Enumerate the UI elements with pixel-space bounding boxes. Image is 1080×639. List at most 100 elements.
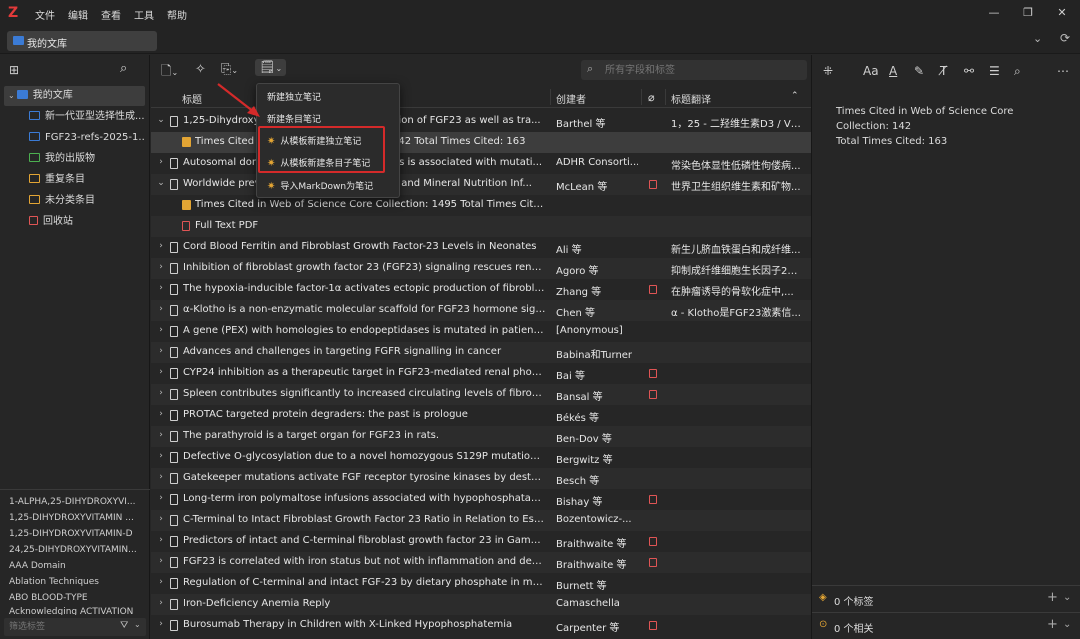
tab-my-library[interactable]: 我的文库: [7, 31, 157, 51]
column-title[interactable]: 标题: [182, 91, 202, 106]
restore-icon[interactable]: ❐: [1021, 6, 1035, 20]
table-row[interactable]: › Autosomal dom ets is associated with mut…: [151, 153, 811, 174]
expand-chevron-icon[interactable]: ›: [157, 535, 165, 545]
collection-unfiled[interactable]: 未分类条目: [29, 191, 145, 211]
minimize-icon[interactable]: —: [987, 6, 1001, 20]
magic-wand-icon[interactable]: ✧: [195, 62, 206, 77]
chevron-down-icon[interactable]: ⌄: [134, 620, 141, 629]
table-row-attachment[interactable]: Full Text PDF: [151, 216, 811, 237]
table-row[interactable]: › FGF23 is correlated with iron status bu…: [151, 552, 811, 573]
new-item-icon[interactable]: 🗋⌄: [161, 62, 178, 84]
column-separator[interactable]: [641, 89, 642, 105]
tag-pane-divider[interactable]: [0, 489, 150, 490]
menu-edit[interactable]: 编辑: [68, 7, 88, 22]
citation-icon[interactable]: ☰: [989, 64, 1000, 78]
table-row[interactable]: › Cord Blood Ferritin and Fibroblast Grow…: [151, 237, 811, 258]
tag-item[interactable]: Acknowledging ACTIVATION: [9, 607, 141, 615]
expand-chevron-icon[interactable]: ›: [157, 325, 165, 335]
note-editor[interactable]: Times Cited in Web of Science Core Colle…: [836, 104, 1056, 149]
add-attachment-icon[interactable]: ⎘⌄: [221, 62, 238, 77]
expand-chevron-icon[interactable]: ›: [157, 472, 165, 482]
pdf-attachment-icon[interactable]: [649, 369, 657, 378]
pdf-attachment-icon[interactable]: [649, 537, 657, 546]
table-row[interactable]: › Predictors of intact and C-terminal fib…: [151, 531, 811, 552]
column-separator[interactable]: [550, 89, 551, 105]
collection-fgf23-refs[interactable]: FGF23-refs-2025-1...: [29, 128, 145, 148]
expand-chevron-icon[interactable]: ›: [157, 451, 165, 461]
table-row-note[interactable]: Times Cited i on: 142 Total Times Cited: …: [151, 132, 811, 153]
add-related-icon[interactable]: +: [1047, 617, 1058, 632]
tag-item[interactable]: AAA Domain: [9, 561, 141, 571]
more-options-icon[interactable]: ⋯: [1057, 64, 1069, 78]
table-row[interactable]: › Iron-Deficiency Anemia Reply Camaschella: [151, 594, 811, 615]
add-tag-icon[interactable]: +: [1047, 590, 1058, 605]
menu-view[interactable]: 查看: [101, 7, 121, 22]
table-row[interactable]: › The parathyroid is a target organ for F…: [151, 426, 811, 447]
collapse-chevron-icon[interactable]: ⌄: [8, 91, 15, 100]
attachment-column-icon[interactable]: ⌀: [648, 91, 655, 104]
column-translation[interactable]: 标题翻译: [671, 91, 711, 106]
table-row-note[interactable]: Times Cited in Web of Science Core Colle…: [151, 195, 811, 216]
expand-chevron-icon[interactable]: ›: [157, 577, 165, 587]
table-row[interactable]: › Advances and challenges in targeting FG…: [151, 342, 811, 363]
search-collections-icon[interactable]: ⌕: [120, 61, 127, 76]
tags-section[interactable]: ◈ 0 个标签 + ⌄: [812, 585, 1080, 612]
column-separator[interactable]: [665, 89, 666, 105]
tag-item[interactable]: ABO BLOOD-TYPE: [9, 593, 141, 603]
table-row[interactable]: › Burosumab Therapy in Children with X-Li…: [151, 615, 811, 636]
table-row[interactable]: › A gene (PEX) with homologies to endopep…: [151, 321, 811, 342]
expand-chevron-icon[interactable]: ›: [157, 241, 165, 251]
tag-filter-input[interactable]: [9, 619, 109, 635]
expand-chevron-icon[interactable]: ›: [157, 157, 165, 167]
table-row[interactable]: › Spleen contributes significantly to inc…: [151, 384, 811, 405]
table-row[interactable]: › Defective O-glycosylation due to a nove…: [151, 447, 811, 468]
tag-item[interactable]: 1,25-DIHYDROXYVITAMIN ...: [9, 513, 141, 523]
expand-chevron-icon[interactable]: ›: [157, 430, 165, 440]
menu-import-markdown[interactable]: ✷ 导入MarkDown为笔记: [267, 179, 373, 192]
tag-item[interactable]: Ablation Techniques: [9, 577, 141, 587]
column-creator[interactable]: 创建者: [556, 91, 586, 106]
expand-chevron-icon[interactable]: ›: [157, 619, 165, 629]
search-input[interactable]: [605, 61, 800, 79]
new-note-button[interactable]: 🗒⌄: [255, 59, 287, 76]
link-icon[interactable]: ⚯: [964, 64, 974, 78]
expand-chevron-icon[interactable]: ›: [157, 283, 165, 293]
collection-my-library[interactable]: ⌄ 我的文库: [4, 86, 145, 106]
pdf-attachment-icon[interactable]: [649, 558, 657, 567]
tag-item[interactable]: 1,25-DIHYDROXYVITAMIN-D: [9, 529, 141, 539]
expand-chevron-icon[interactable]: ›: [157, 493, 165, 503]
table-row[interactable]: ⌄ Worldwide prev in and Mineral Nutrition …: [151, 174, 811, 195]
table-row[interactable]: › Inhibition of fibroblast growth factor …: [151, 258, 811, 279]
sync-icon[interactable]: ⟳: [1060, 31, 1070, 45]
filter-icon[interactable]: ⛛: [120, 620, 128, 631]
related-section[interactable]: ⊙ 0 个相关 + ⌄: [812, 612, 1080, 639]
sort-ascending-icon[interactable]: ⌃: [791, 91, 799, 101]
pdf-attachment-icon[interactable]: [649, 495, 657, 504]
table-row[interactable]: › CYP24 inhibition as a therapeutic targe…: [151, 363, 811, 384]
clear-formatting-icon[interactable]: T̸: [940, 64, 947, 78]
table-row[interactable]: › PROTAC targeted protein degraders: the …: [151, 405, 811, 426]
collection-trash[interactable]: 回收站: [29, 212, 145, 232]
menu-file[interactable]: 文件: [35, 7, 55, 22]
collapse-chevron-icon[interactable]: ⌄: [157, 115, 165, 125]
menu-new-item-note[interactable]: 新建条目笔记: [267, 112, 321, 125]
expand-chevron-icon[interactable]: ›: [157, 556, 165, 566]
menu-help[interactable]: 帮助: [167, 7, 187, 22]
tag-item[interactable]: 1-ALPHA,25-DIHYDROXYVI...: [9, 497, 141, 507]
collection-subtype[interactable]: 新一代亚型选择性成...: [29, 107, 145, 127]
tag-filter-box[interactable]: ⛛ ⌄: [4, 618, 146, 636]
expand-chevron-icon[interactable]: ›: [157, 598, 165, 608]
expand-chevron-icon[interactable]: ›: [157, 409, 165, 419]
menu-new-standalone-note[interactable]: 新建独立笔记: [267, 90, 321, 103]
search-box[interactable]: ⌕: [581, 60, 807, 80]
expand-chevron-icon[interactable]: ›: [157, 304, 165, 314]
table-row[interactable]: › Gatekeeper mutations activate FGF recep…: [151, 468, 811, 489]
table-row[interactable]: › The hypoxia-inducible factor-1α activat…: [151, 279, 811, 300]
close-icon[interactable]: ✕: [1055, 6, 1069, 20]
new-collection-icon[interactable]: ⊞: [9, 63, 19, 77]
collection-duplicates[interactable]: 重复条目: [29, 170, 145, 190]
text-color-icon[interactable]: A: [889, 64, 897, 78]
highlight-icon[interactable]: ✎: [914, 64, 924, 78]
tabs-menu-chevron-icon[interactable]: ⌄: [1033, 32, 1042, 45]
tag-item[interactable]: 24,25-DIHYDROXYVITAMIN...: [9, 545, 141, 555]
